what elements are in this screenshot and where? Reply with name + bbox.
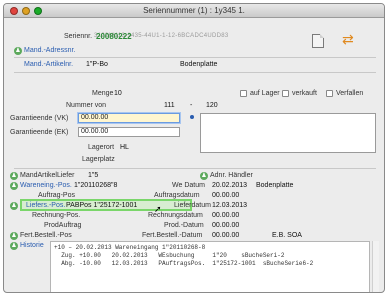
person-icon[interactable]: ♟ bbox=[10, 172, 18, 180]
article-link[interactable]: Mand.-Artikelnr. bbox=[24, 61, 73, 68]
verfallen-label: Verfallen bbox=[336, 90, 364, 97]
person-icon[interactable]: ♟ bbox=[10, 202, 18, 210]
divider bbox=[14, 57, 376, 58]
verkauft-label: verkauft bbox=[292, 90, 317, 97]
supplier-value: 1"5 bbox=[88, 172, 99, 179]
nummer-separator: - bbox=[190, 102, 193, 109]
divider bbox=[14, 168, 376, 169]
wareneingang-link[interactable]: Wareneing.-Pos. bbox=[20, 182, 72, 189]
we-datum-value: 20.02.2013 bbox=[212, 182, 248, 189]
history-line: Abg. -10.00 12.03.2013 PAuftragsPos. 1"2… bbox=[54, 260, 314, 267]
document-icon[interactable] bbox=[312, 34, 324, 48]
history-line: Zug. +10.00 20.02.2013 WEsbuchung 1"20 s… bbox=[54, 252, 285, 259]
verfallen-checkbox[interactable] bbox=[326, 90, 333, 97]
history-list[interactable]: +10 – 20.02.2013 Wareneingang 1"20110268… bbox=[50, 241, 370, 292]
rechnungsdatum-value: 00.00.00 bbox=[212, 212, 240, 219]
person-icon[interactable]: ♟ bbox=[10, 182, 18, 190]
title-bar[interactable]: Seriennummer (1) : 1y345 1. bbox=[4, 4, 384, 18]
lieferdatum-label: Lieferdatum bbox=[174, 202, 211, 209]
lieferdatum-value: 12.03.2013 bbox=[212, 202, 248, 209]
person-icon[interactable]: ♟ bbox=[10, 242, 18, 250]
garantie-ek-input[interactable]: 00.00.00 bbox=[78, 127, 180, 137]
lagerplatz-label: Lagerplatz bbox=[82, 156, 115, 163]
divider bbox=[14, 72, 376, 73]
prod-datum-value: 00.00.00 bbox=[212, 222, 240, 229]
article-number: 1"P-Bo bbox=[86, 61, 108, 68]
fert-bestell-pos-label: Fert.Bestell.-Pos bbox=[20, 232, 72, 239]
nummer-von-label: Nummer von bbox=[66, 102, 107, 109]
address-link[interactable]: Mand.-Adressnr. bbox=[24, 47, 75, 54]
garantie-vk-input[interactable]: 00.00.00 bbox=[78, 113, 180, 123]
we-datum-note: Bodenplatte bbox=[256, 182, 294, 189]
auf-lager-label: auf Lager bbox=[250, 90, 280, 97]
lagerort-label: Lagerort bbox=[88, 144, 115, 151]
history-link[interactable]: Historie bbox=[20, 242, 44, 249]
person-icon[interactable]: ♟ bbox=[200, 172, 208, 180]
auf-lager-checkbox[interactable] bbox=[240, 90, 247, 97]
fert-bestell-note: E.B. SOA bbox=[272, 232, 302, 239]
notes-textarea[interactable] bbox=[200, 113, 376, 153]
fert-bestell-datum-value: 00.00.00 bbox=[212, 232, 240, 239]
auftragsdatum-label: Auftragsdatum bbox=[154, 192, 200, 199]
person-icon[interactable]: ♟ bbox=[10, 232, 18, 240]
rechnung-pos-label: Rechnung-Pos. bbox=[32, 212, 81, 219]
serial-value: 20080222 bbox=[96, 32, 132, 41]
rechnungsdatum-label: Rechnungsdatum bbox=[148, 212, 203, 219]
lagerort-value: HL bbox=[120, 144, 129, 151]
window-title: Seriennummer (1) : 1y345 1. bbox=[143, 6, 245, 15]
prod-datum-label: Prod.-Datum bbox=[164, 222, 204, 229]
lieferschein-link[interactable]: Liefers.-Pos. bbox=[26, 202, 65, 209]
dealer-label: Adnr. Händler bbox=[210, 172, 253, 179]
serial-number-window: Seriennummer (1) : 1y345 1. 3122UU13-143… bbox=[3, 3, 385, 293]
serial-label: Seriennr. bbox=[64, 33, 93, 40]
history-line: +10 – 20.02.2013 Wareneingang 1"20110268… bbox=[54, 244, 206, 251]
fert-bestell-datum-label: Fert.Bestell.-Datum bbox=[142, 232, 203, 239]
supplier-label: MandArtikelLiefer bbox=[20, 172, 75, 179]
garantie-vk-label: Garantieende (VK) bbox=[10, 115, 69, 122]
swap-arrows-icon[interactable]: ⇄ bbox=[342, 32, 354, 46]
window-content: 3122UU13-1435-44U1-1-12-6BCADC4UDD83 Ser… bbox=[4, 18, 384, 292]
garantie-ek-label: Garantieende (EK) bbox=[10, 129, 69, 136]
prod-auftrag-label: ProdAuftrag bbox=[44, 222, 82, 229]
lieferschein-value: PABPos 1"25172-1001 bbox=[66, 202, 138, 209]
auftragsdatum-value: 00.00.00 bbox=[212, 192, 240, 199]
auftrag-pos-label: Auftrag-Pos bbox=[38, 192, 75, 199]
verkauft-checkbox[interactable] bbox=[282, 90, 289, 97]
nummer-bis-value: 120 bbox=[206, 102, 218, 109]
dot-icon bbox=[190, 115, 194, 119]
nummer-von-value: 111 bbox=[164, 102, 175, 109]
menge-label: Menge bbox=[92, 90, 114, 97]
article-name: Bodenplatte bbox=[180, 61, 218, 68]
wareneingang-value: 1"20110268"8 bbox=[74, 182, 118, 189]
history-scrollbar[interactable] bbox=[372, 241, 379, 292]
person-icon[interactable]: ♟ bbox=[14, 47, 22, 55]
menge-value: 10 bbox=[114, 90, 122, 97]
we-datum-label: We Datum bbox=[172, 182, 205, 189]
